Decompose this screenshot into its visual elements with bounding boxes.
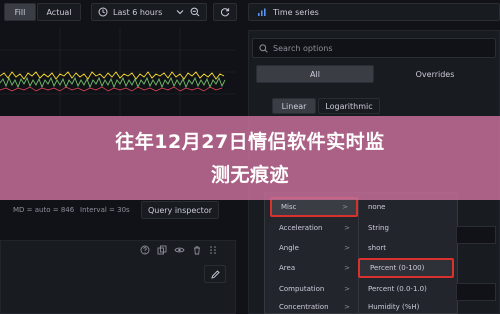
- series-red-line: [0, 86, 223, 92]
- unit-category-concentration[interactable]: Concentration >: [270, 299, 358, 314]
- unit-category-computation[interactable]: Computation >: [270, 279, 358, 299]
- zoom-out-icon[interactable]: [190, 7, 200, 17]
- banner-title-line1: 往年12月27日情侣软件实时监: [115, 131, 385, 153]
- unit-option-humidity[interactable]: Humidity (%H): [358, 299, 454, 314]
- unit-option-percent-0-1[interactable]: Percent (0.0-1.0): [358, 279, 454, 299]
- option-input-stub[interactable]: [456, 283, 496, 301]
- search-options-placeholder: Search options: [273, 43, 333, 53]
- tab-fill[interactable]: Fill: [4, 3, 36, 21]
- duplicate-icon[interactable]: [157, 245, 167, 255]
- pencil-icon: [210, 269, 220, 279]
- scale-linear-label: Linear: [281, 101, 307, 111]
- scale-logarithmic-label: Logarithmic: [325, 101, 373, 111]
- chevron-right-icon: >: [344, 244, 350, 252]
- series-yellow-line: [0, 71, 225, 80]
- chevron-right-icon: >: [342, 203, 348, 211]
- series-green-line: [0, 76, 226, 89]
- tab-overrides-label: Overrides: [415, 69, 455, 79]
- tab-fill-label: Fill: [14, 7, 26, 17]
- clock-icon: [98, 7, 108, 17]
- unit-option-label: short: [368, 244, 386, 252]
- time-series-icon: [258, 8, 266, 16]
- tab-actual-label: Actual: [46, 7, 72, 17]
- visualization-picker[interactable]: Time series: [248, 3, 500, 21]
- tab-actual[interactable]: Actual: [37, 3, 81, 21]
- scale-linear-button[interactable]: Linear: [272, 98, 316, 114]
- query-inspector-button[interactable]: Query inspector: [141, 201, 219, 219]
- unit-category-area[interactable]: Area >: [270, 258, 358, 278]
- chevron-right-icon: >: [344, 224, 350, 232]
- refresh-icon: [220, 8, 230, 17]
- unit-option-label: none: [368, 203, 386, 211]
- search-icon: [259, 43, 268, 53]
- time-range-label: Last 6 hours: [113, 7, 163, 17]
- time-range-picker[interactable]: Last 6 hours: [91, 3, 207, 21]
- unit-category-label: Misc: [281, 203, 297, 211]
- chevron-right-icon: >: [344, 302, 350, 311]
- md-info: MD = auto = 846: [13, 206, 75, 214]
- chevron-right-icon: >: [344, 285, 350, 293]
- unit-category-misc[interactable]: Misc >: [270, 197, 358, 217]
- option-input-stub[interactable]: [456, 226, 496, 244]
- unit-category-angle[interactable]: Angle >: [270, 238, 358, 258]
- trash-icon[interactable]: [192, 245, 202, 255]
- scale-logarithmic-button[interactable]: Logarithmic: [318, 98, 380, 114]
- drag-handle-icon[interactable]: [209, 245, 217, 255]
- unit-option-label: Humidity (%H): [368, 302, 420, 311]
- visualization-label: Time series: [273, 7, 319, 17]
- tab-all-label: All: [310, 69, 320, 79]
- unit-category-label: Acceleration: [279, 224, 323, 232]
- chevron-right-icon: >: [344, 264, 350, 272]
- help-icon[interactable]: [140, 245, 150, 255]
- unit-option-label: String: [368, 224, 389, 232]
- query-row-actions: [140, 245, 217, 255]
- graph-panel: [0, 28, 236, 116]
- unit-option-short[interactable]: short: [358, 238, 454, 258]
- unit-category-label: Area: [279, 264, 296, 272]
- unit-category-label: Concentration: [279, 302, 329, 311]
- time-series-graph: [0, 28, 236, 116]
- eye-icon[interactable]: [174, 245, 185, 255]
- tab-all[interactable]: All: [256, 65, 374, 83]
- query-inspector-label: Query inspector: [147, 205, 213, 215]
- unit-category-label: Angle: [279, 244, 299, 252]
- unit-option-string[interactable]: String: [358, 218, 454, 238]
- chevron-down-icon: [176, 10, 184, 15]
- unit-category-acceleration[interactable]: Acceleration >: [270, 218, 358, 238]
- search-options-input[interactable]: Search options: [252, 38, 496, 58]
- refresh-button[interactable]: [213, 3, 237, 21]
- unit-category-label: Computation: [279, 285, 325, 293]
- edit-query-button[interactable]: [204, 265, 226, 283]
- banner-title-line2: 测无痕迹: [210, 164, 289, 186]
- unit-option-none[interactable]: none: [358, 197, 454, 217]
- unit-option-label: Percent (0.0-1.0): [368, 285, 427, 293]
- unit-option-percent-0-100[interactable]: Percent (0-100): [358, 258, 454, 278]
- tab-overrides[interactable]: Overrides: [374, 65, 496, 83]
- unit-option-label: Percent (0-100): [370, 264, 425, 272]
- interval-info: Interval = 30s: [80, 206, 130, 214]
